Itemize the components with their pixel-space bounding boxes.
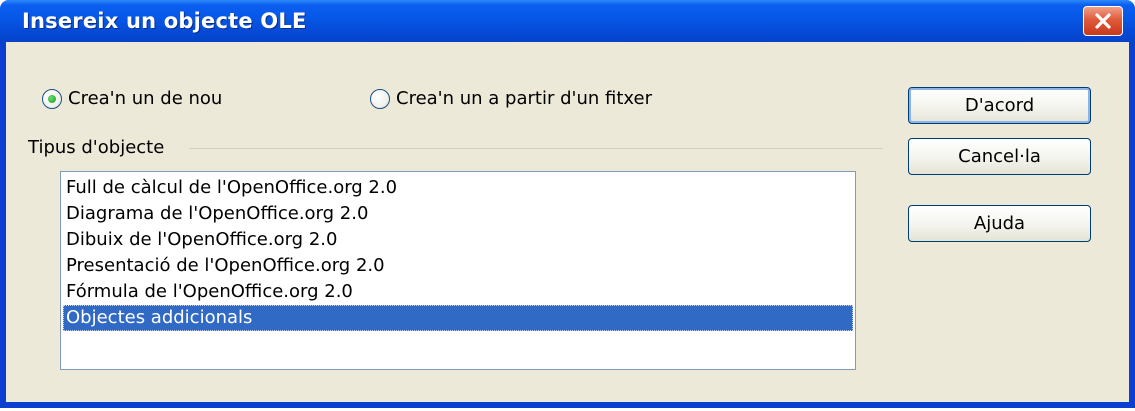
cancel-button[interactable]: Cancel·la <box>908 138 1091 175</box>
object-type-group-label: Tipus d'objecte <box>28 137 165 158</box>
list-item[interactable]: Dibuix de l'OpenOffice.org 2.0 <box>63 227 853 253</box>
dialog-body: Crea'n un de nou Crea'n un a partir d'un… <box>6 42 1129 402</box>
radio-create-new-label: Crea'n un de nou <box>68 88 223 109</box>
close-button[interactable] <box>1083 6 1123 36</box>
radio-selected-dot <box>48 94 56 103</box>
object-type-list[interactable]: Full de càlcul de l'OpenOffice.org 2.0 D… <box>60 171 856 370</box>
list-item[interactable]: Fórmula de l'OpenOffice.org 2.0 <box>63 279 853 305</box>
title-bar[interactable]: Insereix un objecte OLE <box>0 0 1135 42</box>
help-button[interactable]: Ajuda <box>908 205 1091 242</box>
dialog-window: Insereix un objecte OLE Crea'n un de nou… <box>0 0 1135 408</box>
radio-create-from-file-circle[interactable] <box>370 88 390 109</box>
radio-create-from-file-label: Crea'n un a partir d'un fitxer <box>396 88 652 109</box>
list-item[interactable]: Full de càlcul de l'OpenOffice.org 2.0 <box>63 175 853 201</box>
radio-create-new[interactable]: Crea'n un de nou <box>42 88 222 109</box>
radio-create-new-circle[interactable] <box>42 88 62 109</box>
list-item-selected[interactable]: Objectes addicionals <box>63 305 853 331</box>
group-divider <box>189 148 883 149</box>
dialog-title: Insereix un objecte OLE <box>22 9 307 33</box>
close-icon <box>1095 13 1111 29</box>
ok-button[interactable]: D'acord <box>908 87 1091 124</box>
radio-create-from-file[interactable]: Crea'n un a partir d'un fitxer <box>370 88 652 109</box>
list-item[interactable]: Diagrama de l'OpenOffice.org 2.0 <box>63 201 853 227</box>
list-item[interactable]: Presentació de l'OpenOffice.org 2.0 <box>63 253 853 279</box>
